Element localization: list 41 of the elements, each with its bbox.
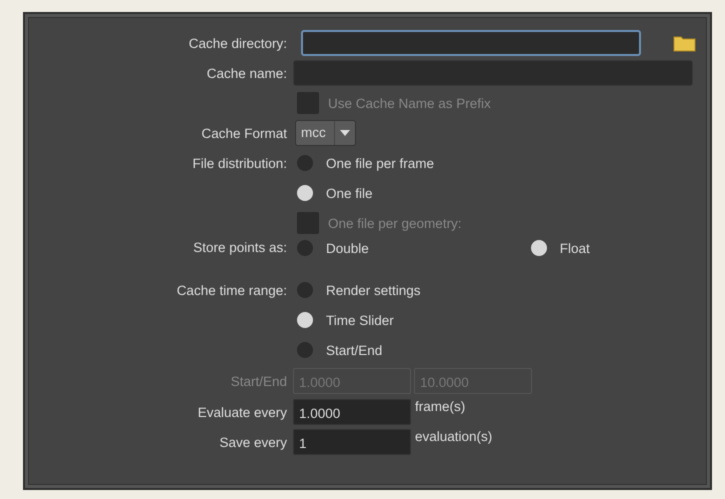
radio-button[interactable] [297, 185, 313, 201]
radio-option[interactable]: Time Slider [293, 312, 394, 328]
unit-label: evaluation(s) [415, 429, 492, 444]
radio-option[interactable]: Start/End [293, 342, 382, 358]
number-field[interactable]: 1.0000 [293, 399, 411, 425]
field-label: Store points as: [192, 240, 287, 255]
field-label: Cache Format [200, 126, 287, 140]
name-field[interactable] [293, 60, 693, 86]
checkbox-label: One file per geometry: [328, 216, 462, 230]
radio-option[interactable]: Render settings [293, 282, 421, 298]
option-label: One file [326, 186, 373, 200]
option-label: Render settings [326, 282, 421, 298]
radio-button[interactable] [297, 282, 313, 298]
format-dropdown[interactable]: mcc [295, 120, 356, 146]
field-label: Save every [218, 434, 287, 450]
option-label: Double [326, 240, 369, 256]
radio-button[interactable] [530, 240, 547, 256]
radio-button[interactable] [297, 240, 313, 256]
field-label: Evaluate every [196, 404, 287, 420]
caret-icon [340, 130, 350, 136]
checkbox-label: Use Cache Name as Prefix [328, 96, 491, 110]
directory-field[interactable] [301, 30, 641, 56]
field-label: Cache name: [206, 66, 287, 80]
option-label: One file per frame [326, 156, 434, 170]
field-label: Cache time range: [176, 282, 287, 298]
radio-button[interactable] [297, 155, 313, 171]
number-field[interactable]: 1 [293, 429, 411, 455]
field-label: File distribution: [191, 156, 287, 170]
radio-button[interactable] [297, 312, 313, 328]
option-label: Time Slider [326, 312, 394, 328]
radio-option[interactable]: One file per frame [293, 155, 434, 171]
folder-icon[interactable] [673, 34, 696, 52]
field-label: Start/End [230, 374, 287, 388]
radio-option[interactable]: One file [293, 185, 373, 201]
option-label: Start/End [326, 342, 382, 358]
radio-button[interactable] [297, 342, 313, 358]
option-label: Float [560, 240, 590, 256]
radio-option[interactable]: Double [293, 240, 369, 256]
unit-label: frame(s) [415, 399, 466, 414]
field-label: Cache directory: [188, 36, 287, 50]
radio-option[interactable]: Float [526, 240, 590, 256]
